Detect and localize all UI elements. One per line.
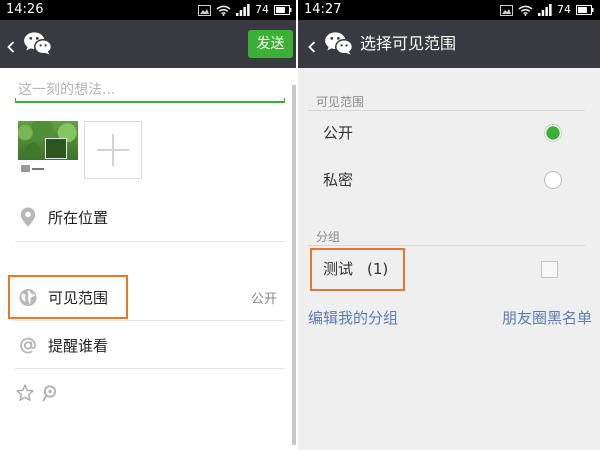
tencent-weibo-icon[interactable]: [40, 384, 58, 402]
wechat-logo-icon: [325, 32, 354, 55]
divider: [15, 241, 285, 242]
chevron-left-icon: [308, 41, 316, 53]
battery-level-text: 74: [255, 3, 269, 16]
input-underline: [15, 98, 285, 103]
moment-text-input[interactable]: [18, 80, 283, 100]
option-label: 提醒谁看: [48, 336, 109, 355]
highlight-box: [310, 248, 405, 291]
divider: [15, 320, 285, 321]
wifi-icon: [216, 5, 231, 16]
star-icon[interactable]: [16, 384, 34, 402]
option-label: 公开: [323, 124, 354, 142]
status-icons: 74: [198, 2, 292, 18]
photo-thumbnail[interactable]: [18, 121, 78, 179]
back-button[interactable]: [7, 38, 15, 53]
radio-option-public[interactable]: 公开: [298, 113, 600, 153]
status-icons: 74: [500, 2, 594, 18]
image-icon: [198, 4, 211, 16]
checkbox[interactable]: [541, 261, 558, 278]
send-button[interactable]: 发送: [248, 30, 293, 58]
status-bar: 14:27 74: [298, 0, 600, 20]
app-header: 选择可见范围: [298, 20, 600, 68]
signal-icon: [236, 4, 250, 16]
section-title-visibility: 可见范围: [316, 95, 365, 109]
page-title: 选择可见范围: [360, 34, 457, 53]
moment-compose-screen: 14:26 74 发送 这一刻的想法... 所在位置 可见范围 公开 提醒谁看: [0, 0, 296, 450]
option-mention[interactable]: 提醒谁看: [0, 323, 290, 367]
wechat-logo-icon: [24, 32, 53, 55]
divider: [308, 245, 585, 246]
blacklist-link[interactable]: 朋友圈黑名单: [502, 309, 592, 327]
option-label: 私密: [323, 171, 354, 189]
chevron-left-icon: [7, 41, 15, 53]
divider: [15, 368, 285, 369]
option-location[interactable]: 所在位置: [0, 195, 290, 239]
status-time: 14:27: [304, 2, 342, 17]
divider: [308, 110, 585, 111]
visibility-picker-screen: 14:27 74 选择可见范围 可见范围 公开 私密 分组 测试 (1) 编辑我…: [298, 0, 600, 450]
at-icon: [19, 335, 37, 355]
visibility-value: 公开: [250, 291, 277, 307]
radio-button[interactable]: [544, 124, 562, 142]
radio-button[interactable]: [544, 171, 562, 189]
image-icon: [500, 4, 513, 16]
highlight-box: [8, 275, 128, 319]
back-button[interactable]: [308, 38, 316, 53]
battery-icon: [576, 5, 594, 15]
wifi-icon: [518, 5, 533, 16]
option-label: 所在位置: [48, 208, 109, 227]
battery-icon: [274, 5, 292, 15]
scrollbar[interactable]: [292, 85, 296, 445]
battery-level-text: 74: [557, 3, 571, 16]
add-photo-button[interactable]: [84, 121, 142, 179]
edit-groups-link[interactable]: 编辑我的分组: [308, 309, 398, 327]
location-pin-icon: [19, 207, 37, 227]
section-title-groups: 分组: [316, 230, 341, 244]
radio-option-private[interactable]: 私密: [298, 160, 600, 200]
status-bar: 14:26 74: [0, 0, 296, 20]
status-time: 14:26: [6, 2, 44, 17]
app-header: 发送: [0, 20, 296, 68]
signal-icon: [538, 4, 552, 16]
